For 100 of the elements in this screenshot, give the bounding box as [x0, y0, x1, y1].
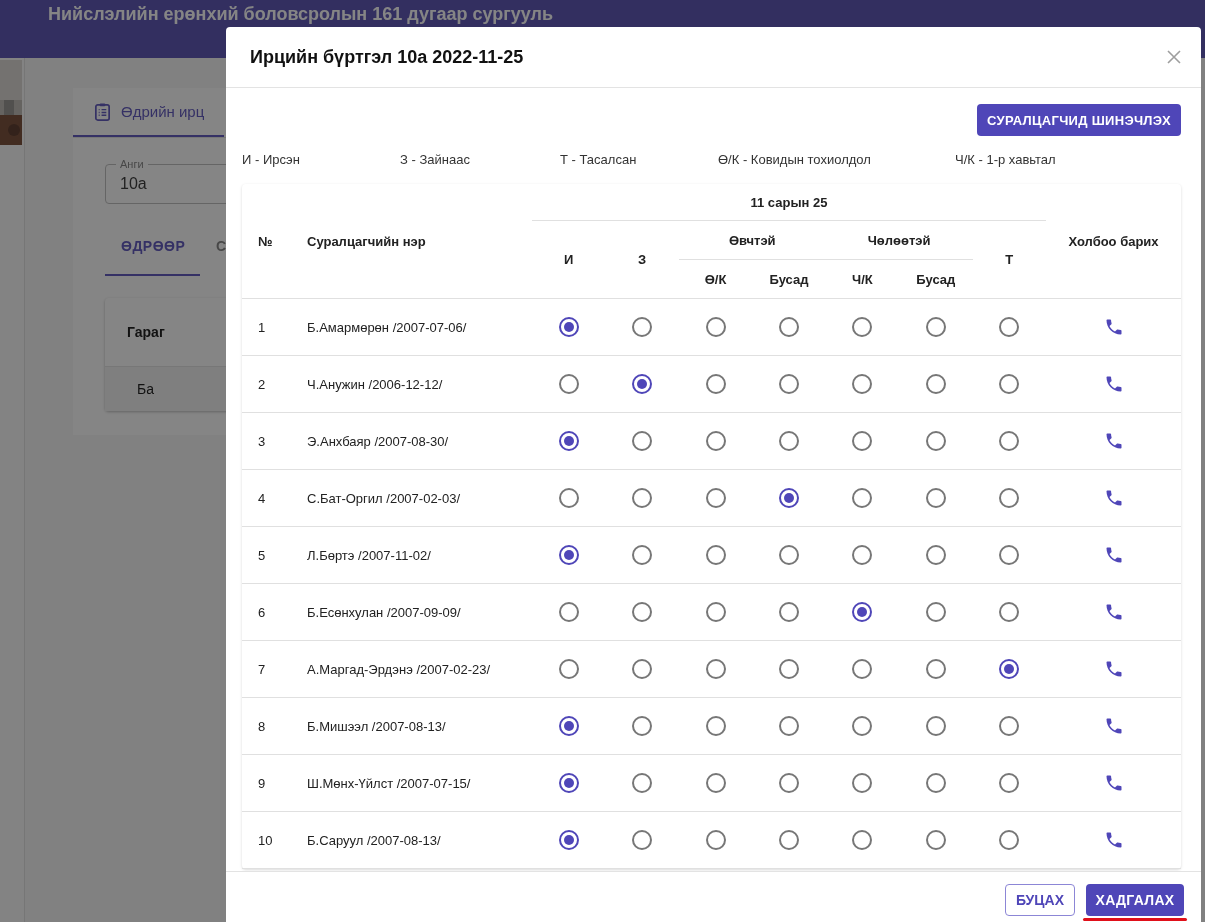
radio-button[interactable] — [558, 830, 579, 850]
radio-button[interactable] — [705, 317, 726, 337]
student-name: Б.Есөнхулан /2007-09-09/ — [307, 604, 461, 620]
radio-button[interactable] — [852, 773, 873, 793]
radio-button[interactable] — [925, 773, 946, 793]
radio-button[interactable] — [778, 488, 799, 508]
radio-button[interactable] — [705, 773, 726, 793]
student-name: Л.Бөртэ /2007-11-02/ — [307, 547, 431, 563]
radio-button[interactable] — [705, 830, 726, 850]
radio-button[interactable] — [632, 374, 653, 394]
radio-button[interactable] — [632, 773, 653, 793]
radio-button[interactable] — [852, 716, 873, 736]
legend-text: И - Ирсэн — [242, 152, 301, 167]
radio-button[interactable] — [558, 659, 579, 679]
radio-button[interactable] — [632, 545, 653, 565]
dialog-title: Ирцийн бүртгэл 10а 2022-11-25 — [250, 46, 524, 68]
radio-button[interactable] — [705, 545, 726, 565]
column-header: Чөлөөтэй — [825, 220, 973, 260]
radio-button[interactable] — [852, 830, 873, 850]
radio-button[interactable] — [852, 431, 873, 451]
refresh-students-button[interactable]: СУРАЛЦАГЧИД ШИНЭЧЛЭХ — [977, 104, 1181, 136]
radio-button[interactable] — [999, 545, 1020, 565]
column-header: З — [605, 220, 679, 299]
close-icon[interactable] — [1167, 50, 1181, 64]
radio-button[interactable] — [999, 317, 1020, 337]
radio-button[interactable] — [778, 317, 799, 337]
table-cell: 1 — [258, 319, 266, 335]
radio-button[interactable] — [778, 659, 799, 679]
column-header: Т — [972, 220, 1046, 299]
radio-button[interactable] — [558, 545, 579, 565]
table-cell: 4 — [258, 490, 266, 506]
radio-button[interactable] — [558, 602, 579, 622]
column-header: Холбоо барих — [1046, 184, 1181, 299]
radio-button[interactable] — [558, 716, 579, 736]
student-name: С.Бат-Оргил /2007-02-03/ — [307, 490, 461, 506]
radio-button[interactable] — [705, 488, 726, 508]
radio-button[interactable] — [632, 431, 653, 451]
radio-button[interactable] — [778, 602, 799, 622]
radio-button[interactable] — [778, 374, 799, 394]
table-cell: 2 — [258, 376, 266, 392]
radio-button[interactable] — [999, 659, 1020, 679]
radio-button[interactable] — [558, 374, 579, 394]
radio-button[interactable] — [558, 488, 579, 508]
radio-button[interactable] — [925, 545, 946, 565]
save-button[interactable]: ХАДГАЛАХ — [1085, 884, 1185, 916]
radio-button[interactable] — [705, 602, 726, 622]
table-cell: 7 — [258, 661, 266, 677]
student-name: Э.Анхбаяр /2007-08-30/ — [307, 433, 449, 449]
radio-button[interactable] — [705, 431, 726, 451]
radio-button[interactable] — [925, 431, 946, 451]
legend-text: Ө/К - Ковидын тохиолдол — [718, 152, 872, 167]
radio-button[interactable] — [632, 488, 653, 508]
radio-button[interactable] — [632, 317, 653, 337]
radio-button[interactable] — [852, 659, 873, 679]
radio-button[interactable] — [925, 374, 946, 394]
radio-button[interactable] — [852, 374, 873, 394]
column-header: Ө/К — [678, 259, 753, 299]
radio-button[interactable] — [852, 602, 873, 622]
radio-button[interactable] — [632, 716, 653, 736]
radio-button[interactable] — [925, 488, 946, 508]
radio-button[interactable] — [778, 716, 799, 736]
column-header: 11 сарын 25 — [532, 184, 1046, 221]
radio-button[interactable] — [999, 830, 1020, 850]
radio-button[interactable] — [632, 602, 653, 622]
column-header: Бусад — [752, 259, 826, 299]
radio-button[interactable] — [558, 773, 579, 793]
radio-button[interactable] — [705, 716, 726, 736]
column-header: Өвчтэй — [678, 220, 826, 260]
radio-button[interactable] — [852, 317, 873, 337]
radio-button[interactable] — [925, 716, 946, 736]
radio-button[interactable] — [925, 659, 946, 679]
radio-button[interactable] — [778, 431, 799, 451]
radio-button[interactable] — [778, 773, 799, 793]
table-cell: 5 — [258, 547, 266, 563]
radio-button[interactable] — [999, 602, 1020, 622]
radio-button[interactable] — [999, 431, 1020, 451]
radio-button[interactable] — [999, 716, 1020, 736]
radio-button[interactable] — [778, 830, 799, 850]
radio-button[interactable] — [558, 431, 579, 451]
student-name: А.Маргад-Эрдэнэ /2007-02-23/ — [307, 661, 491, 677]
radio-button[interactable] — [852, 488, 873, 508]
radio-button[interactable] — [558, 317, 579, 337]
radio-button[interactable] — [705, 659, 726, 679]
radio-button[interactable] — [925, 602, 946, 622]
radio-button[interactable] — [632, 830, 653, 850]
radio-button[interactable] — [999, 773, 1020, 793]
legend-text: З - Зайнаас — [400, 152, 471, 167]
radio-button[interactable] — [999, 374, 1020, 394]
table-cell: 8 — [258, 718, 266, 734]
back-button[interactable]: БУЦАХ — [1004, 884, 1075, 916]
radio-button[interactable] — [925, 830, 946, 850]
radio-button[interactable] — [852, 545, 873, 565]
radio-button[interactable] — [999, 488, 1020, 508]
radio-button[interactable] — [778, 545, 799, 565]
column-header: Суралцагчийн нэр — [307, 184, 532, 299]
radio-button[interactable] — [705, 374, 726, 394]
clipboard-icon — [93, 102, 112, 121]
column-header: Бусад — [899, 259, 973, 299]
radio-button[interactable] — [925, 317, 946, 337]
radio-button[interactable] — [632, 659, 653, 679]
